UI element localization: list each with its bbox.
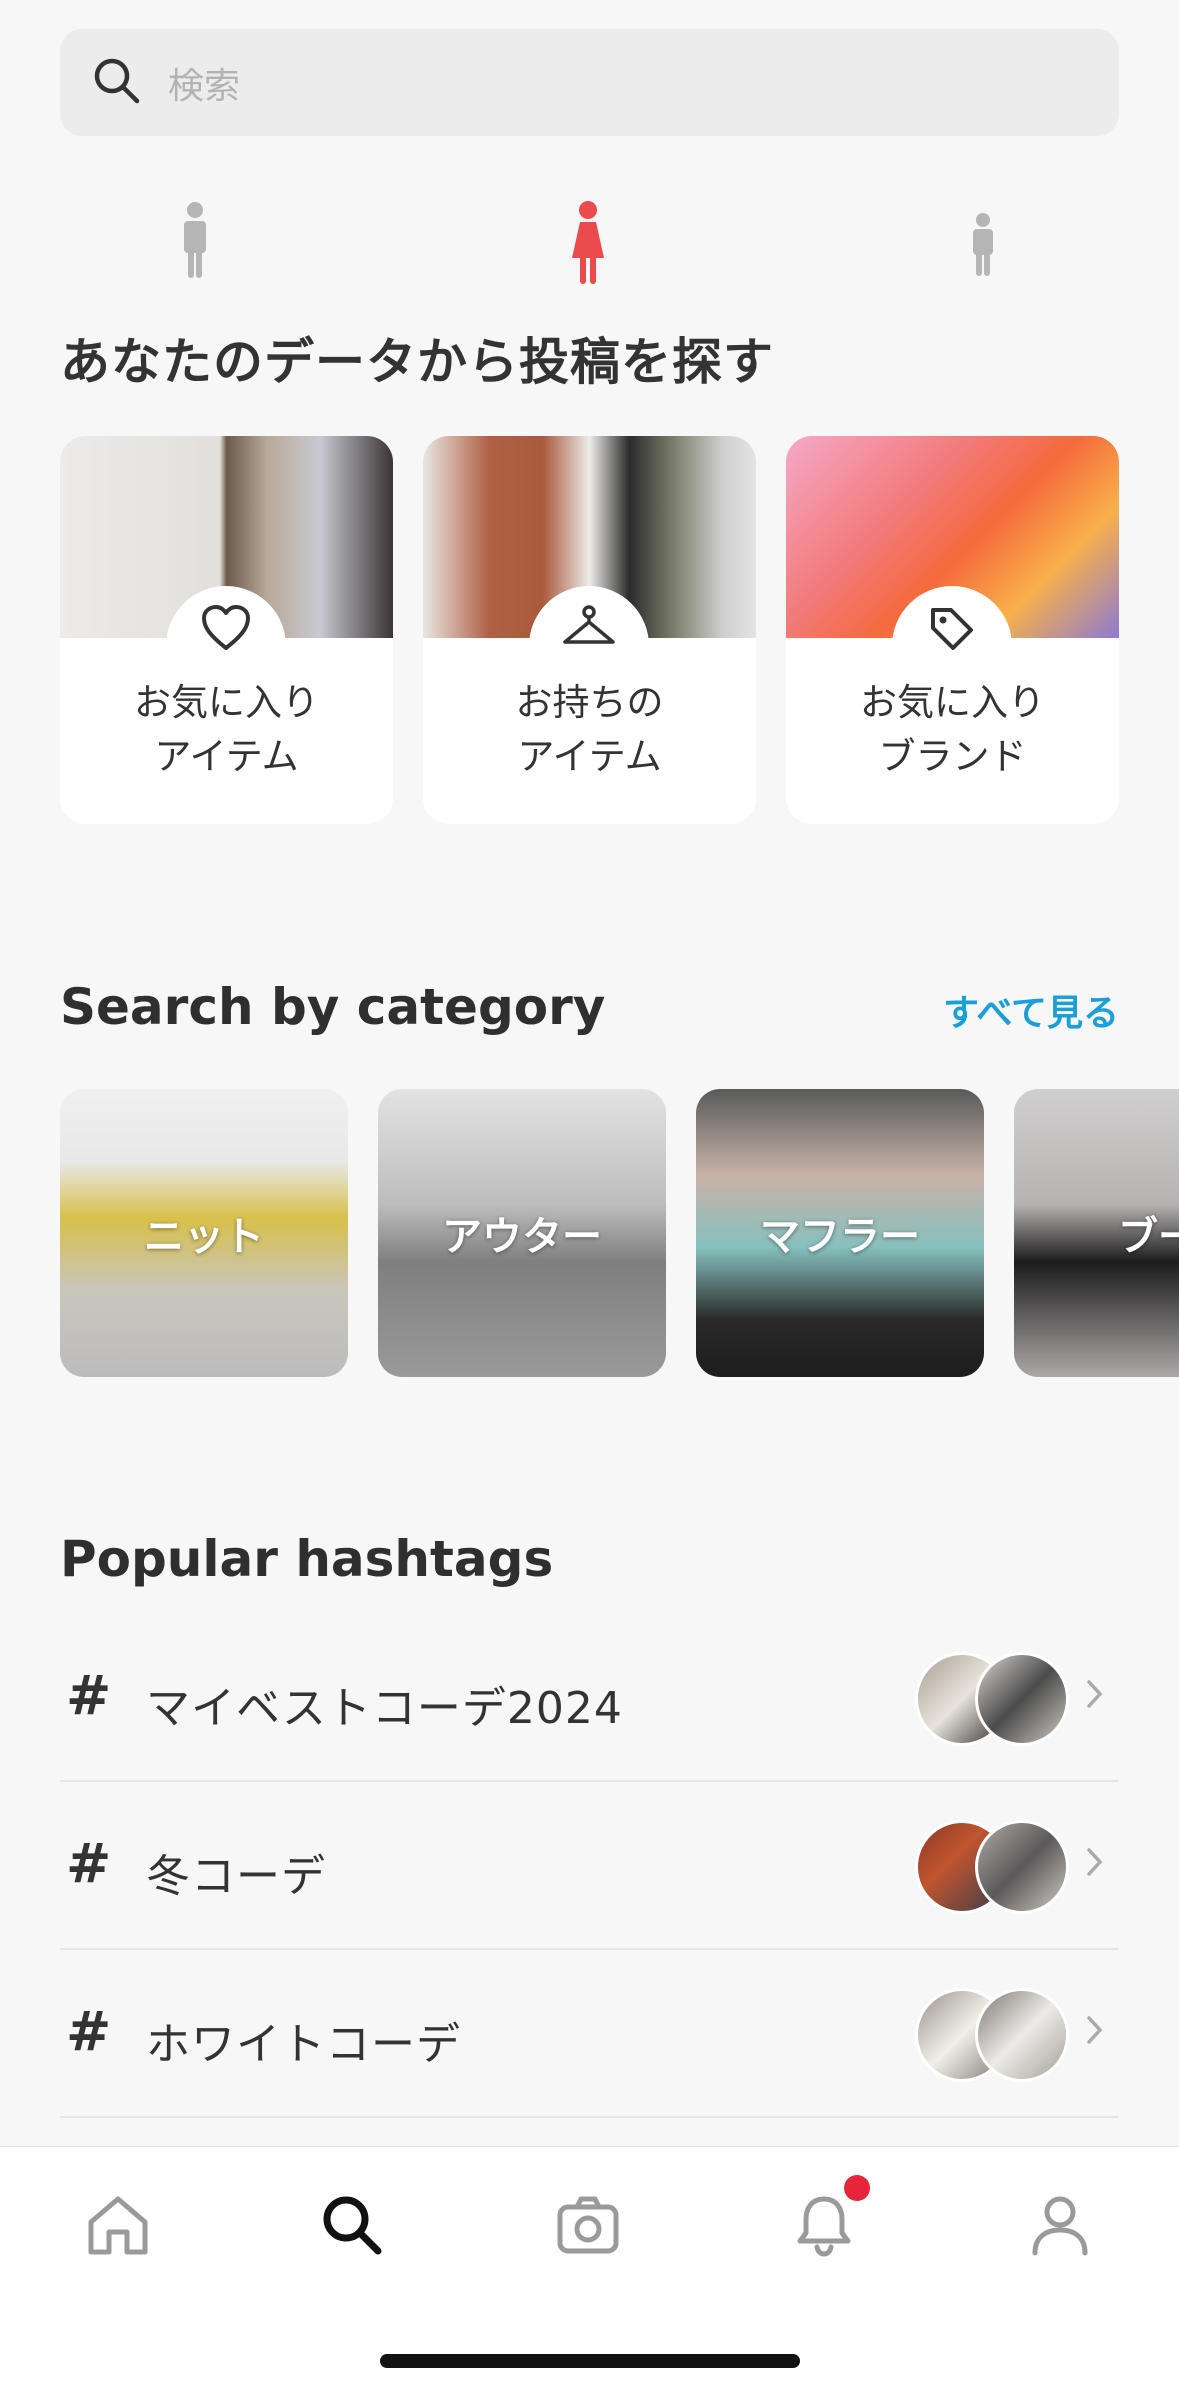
category-item[interactable]: アウター	[378, 1089, 666, 1377]
search-icon[interactable]	[312, 2185, 392, 2265]
owned-items-card[interactable]: お持ちの アイテム	[423, 436, 756, 824]
camera-icon[interactable]	[548, 2185, 628, 2265]
favorite-brands-card[interactable]: お気に入り ブランド	[786, 436, 1119, 824]
hashtag-label: 冬コーデ	[146, 1851, 326, 1902]
search-bar[interactable]: 検索	[60, 29, 1119, 136]
home-icon[interactable]	[78, 2185, 158, 2265]
category-label: マフラー	[760, 1214, 920, 1260]
hashtag-symbol: #	[66, 2000, 112, 2063]
hashtag-symbol: #	[66, 1664, 112, 1727]
category-label: ニット	[144, 1214, 264, 1260]
favorite-brands-label: お気に入り ブランド	[860, 681, 1045, 778]
home-indicator	[380, 2354, 800, 2368]
search-icon	[90, 54, 144, 112]
category-carousel[interactable]: ニット アウター マフラー ブー	[0, 1089, 1179, 1379]
gender-selector	[0, 200, 1179, 290]
category-label: アウター	[442, 1214, 602, 1260]
category-item[interactable]: マフラー	[696, 1089, 984, 1377]
see-all-link[interactable]: すべて見る	[943, 984, 1119, 1036]
favorite-items-card[interactable]: お気に入り アイテム	[60, 436, 393, 824]
hashtag-label: ホワイトコーデ	[146, 2019, 461, 2070]
women-filter-icon[interactable]	[558, 200, 618, 290]
men-filter-icon[interactable]	[165, 200, 225, 290]
hashtag-avatar	[975, 1820, 1069, 1914]
chevron-right-icon	[1085, 1676, 1105, 1716]
category-header: Search by category すべて見る	[60, 978, 1119, 1038]
hashtag-row[interactable]: # ホワイトコーデ	[60, 1950, 1119, 2118]
hashtag-row[interactable]: # マイベストコーデ2024	[60, 1614, 1119, 1782]
chevron-right-icon	[1085, 1844, 1105, 1884]
hashtag-avatar	[975, 1988, 1069, 2082]
hashtag-list: # マイベストコーデ2024 # 冬コーデ # ホワイトコーデ	[60, 1614, 1119, 2118]
category-item[interactable]: ニット	[60, 1089, 348, 1377]
hashtag-section-title: Popular hashtags	[60, 1530, 554, 1588]
search-placeholder: 検索	[168, 65, 241, 107]
category-label: ブー	[1118, 1214, 1179, 1260]
kids-filter-icon[interactable]	[953, 200, 1013, 290]
data-cards: お気に入り アイテム お持ちの アイテム お気に入り ブランド	[60, 436, 1119, 826]
notification-badge	[844, 2175, 870, 2201]
category-item[interactable]: ブー	[1014, 1089, 1179, 1377]
chevron-right-icon	[1085, 2012, 1105, 2052]
owned-items-label: お持ちの アイテム	[515, 681, 664, 778]
data-section-title: あなたのデータから投稿を探す	[60, 333, 774, 391]
category-section-title: Search by category	[60, 978, 606, 1036]
hashtag-row[interactable]: # 冬コーデ	[60, 1782, 1119, 1950]
hashtag-label: マイベストコーデ2024	[146, 1683, 623, 1734]
favorite-items-label: お気に入り アイテム	[134, 681, 319, 778]
hashtag-avatar	[975, 1652, 1069, 1746]
profile-icon[interactable]	[1020, 2185, 1100, 2265]
hashtag-symbol: #	[66, 1832, 112, 1895]
